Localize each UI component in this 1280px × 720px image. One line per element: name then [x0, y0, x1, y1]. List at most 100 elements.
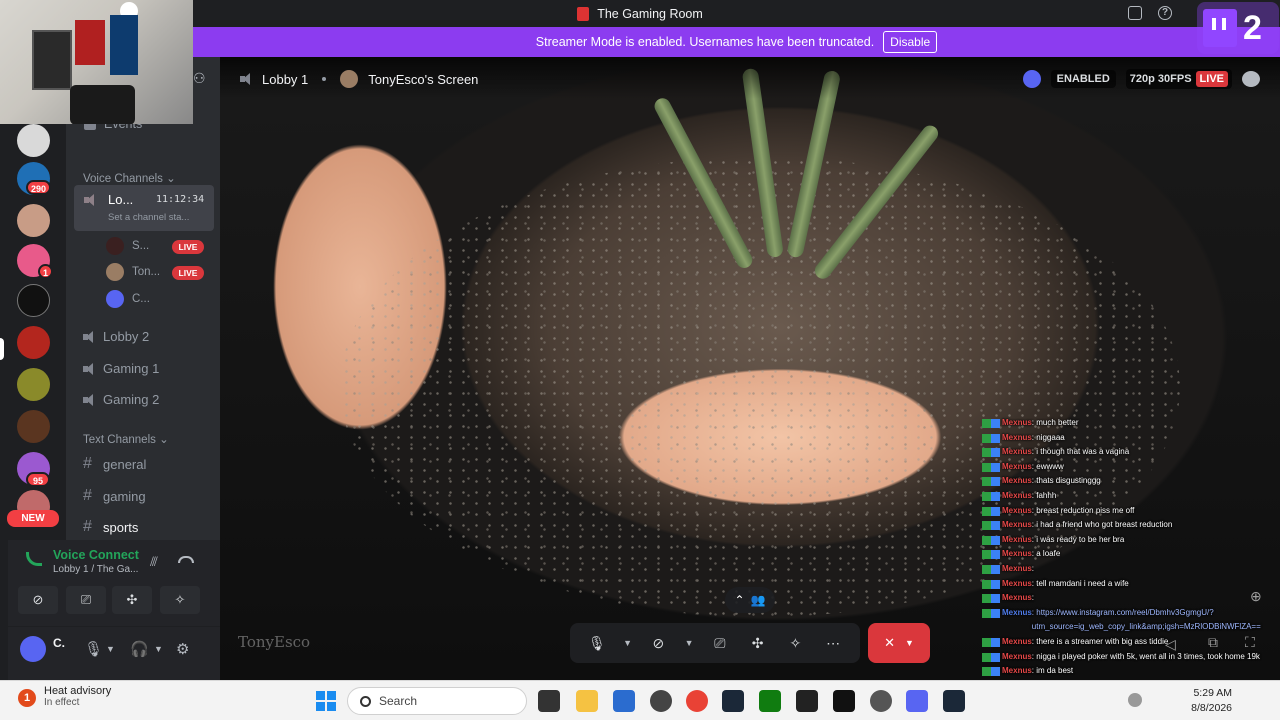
gear-icon[interactable]: ⚙ — [176, 640, 189, 658]
headphones-icon[interactable]: 🎧 — [130, 640, 149, 658]
share-screen-button[interactable]: ⎚ — [708, 631, 732, 655]
search-icon — [360, 695, 371, 707]
voice-channel-lobby-2[interactable]: Lobby 2 — [83, 329, 149, 344]
camera-off-button[interactable]: ⊘ — [646, 631, 670, 655]
clock-date: 8/8/2026 — [1191, 702, 1232, 714]
noise-suppression-icon[interactable]: ⫻ — [150, 554, 166, 569]
tray-icon[interactable] — [1128, 693, 1142, 707]
server-icon[interactable] — [17, 124, 50, 157]
discord-icon[interactable] — [1022, 70, 1041, 88]
more-options-button[interactable]: ⋯ — [821, 631, 845, 655]
discord-icon[interactable] — [906, 690, 928, 712]
taskbar-clock[interactable]: 5:29 AM 8/8/2026 — [1191, 686, 1232, 716]
taskbar-search[interactable]: Search — [347, 687, 527, 715]
avatar[interactable] — [20, 636, 46, 662]
chat-badge-icon — [982, 550, 1000, 560]
steam-icon[interactable] — [722, 690, 744, 712]
avatar — [106, 290, 124, 308]
voice-channel-gaming-1[interactable]: Gaming 1 — [83, 361, 159, 376]
chat-message: : fahhh — [1031, 490, 1057, 500]
zoom-icon[interactable]: ⊕ — [1250, 588, 1262, 605]
inbox-icon[interactable] — [1128, 6, 1142, 20]
signal-icon[interactable] — [26, 552, 42, 566]
text-channel-gaming[interactable]: # gaming — [83, 487, 146, 505]
chevron-down-icon[interactable]: ▼ — [154, 644, 163, 654]
server-icon[interactable] — [17, 326, 50, 359]
app-icon[interactable] — [870, 690, 892, 712]
enabled-badge: ENABLED — [1050, 70, 1116, 88]
chat-message: : ewwww — [1031, 461, 1064, 471]
chat-message: : thats disgustinggg — [1031, 476, 1101, 486]
username[interactable]: C. — [53, 636, 65, 650]
steam-icon[interactable] — [943, 690, 965, 712]
server-icon[interactable] — [17, 368, 50, 401]
channel-status[interactable]: Set a channel sta... — [108, 212, 189, 223]
soundboard-button[interactable]: ✧ — [783, 631, 807, 655]
task-view-icon[interactable] — [538, 690, 560, 712]
weather-alert-icon: 1 — [18, 689, 36, 707]
chat-line: Mexnus: tell mamdani i need a wife — [982, 577, 1280, 592]
chat-message: : there is a streamer with big ass tiddi… — [1031, 636, 1169, 646]
viewer-count: 2 — [1243, 8, 1262, 47]
file-explorer-icon[interactable] — [576, 690, 598, 712]
chat-line: Mexnus: nigga i played poker with 5k, we… — [982, 650, 1280, 665]
voice-channel-gaming-2[interactable]: Gaming 2 — [83, 392, 159, 407]
chevron-down-icon[interactable]: ▼ — [684, 631, 694, 655]
search-placeholder: Search — [379, 694, 418, 708]
chevron-down-icon[interactable]: ▼ — [106, 644, 115, 654]
activities-button[interactable]: ✣ — [112, 586, 152, 614]
participant-name: S... — [132, 240, 150, 252]
popout-icon[interactable]: ⧉ — [1208, 634, 1218, 651]
disable-streamer-mode-button[interactable]: Disable — [883, 31, 938, 53]
user-panel: C. 🎙 ▼ 🎧 ▼ ⚙ — [8, 626, 220, 680]
text-channels-category[interactable]: Text Channels ⌄ — [83, 432, 169, 446]
store-icon[interactable] — [613, 690, 635, 712]
expand-controls-button[interactable]: ⌃ 👥 — [725, 587, 775, 613]
chat-username: Mexnus — [1002, 636, 1032, 646]
channel-label: gaming — [103, 488, 146, 504]
fullscreen-icon[interactable]: ⛶ — [1245, 634, 1255, 651]
epic-games-icon[interactable] — [833, 690, 855, 712]
leave-call-button[interactable]: ✕ ▼ — [868, 623, 930, 663]
stream-channel-name[interactable]: Lobby 1 — [262, 72, 308, 87]
camera-off-button[interactable]: ⊘ — [18, 586, 58, 614]
active-voice-channel[interactable]: Lo... 11:12:34 Set a channel sta... — [74, 185, 214, 231]
activities-button[interactable]: ✣ — [746, 631, 770, 655]
disconnect-icon[interactable] — [178, 556, 194, 563]
chat-badge-icon — [982, 594, 1000, 604]
voice-connected-subtitle[interactable]: Lobby 1 / The Ga... — [53, 564, 138, 575]
xbox-icon[interactable] — [759, 690, 781, 712]
mic-icon[interactable]: 🎙 — [84, 640, 103, 658]
server-icon[interactable] — [17, 284, 50, 317]
chevron-up-icon: ⌃ — [734, 593, 745, 607]
mute-mic-button[interactable]: 🎙 — [585, 631, 609, 655]
soundboard-button[interactable]: ✧ — [160, 586, 200, 614]
voice-participant[interactable]: C... — [106, 290, 206, 308]
webcam-chair — [70, 85, 135, 124]
add-member-icon[interactable]: ⚇ — [193, 70, 206, 87]
streamer-mode-text: Streamer Mode is enabled. Usernames have… — [535, 35, 875, 49]
text-channel-sports[interactable]: # sports — [83, 518, 138, 536]
avatar — [106, 263, 124, 281]
app-icon[interactable] — [796, 690, 818, 712]
app-icon[interactable] — [650, 690, 672, 712]
text-channel-general[interactable]: # general — [83, 455, 146, 473]
participant-name: Ton... — [132, 266, 161, 278]
chat-message: : a loafe — [1031, 549, 1061, 559]
start-button[interactable] — [316, 691, 336, 711]
chrome-icon[interactable] — [686, 690, 708, 712]
help-icon[interactable]: ? — [1158, 6, 1172, 20]
voice-channels-category[interactable]: Voice Channels ⌄ — [83, 171, 176, 185]
chat-line: Mexnus: i was ready to be her bra — [982, 533, 1280, 548]
webcam-shelf — [32, 30, 72, 90]
server-icon[interactable] — [17, 204, 50, 237]
channel-label: Lobby 2 — [103, 329, 150, 344]
chat-icon[interactable] — [1242, 71, 1260, 87]
share-screen-button[interactable]: ⎚ — [66, 586, 106, 614]
chat-badge-icon — [982, 637, 1000, 647]
chevron-down-icon[interactable]: ▼ — [623, 631, 633, 655]
server-icon[interactable] — [17, 410, 50, 443]
volume-icon[interactable]: ◁ — [1165, 636, 1176, 653]
weather-widget[interactable]: 1 Heat advisory In effect — [18, 685, 111, 708]
chat-badge-icon — [982, 462, 1000, 472]
